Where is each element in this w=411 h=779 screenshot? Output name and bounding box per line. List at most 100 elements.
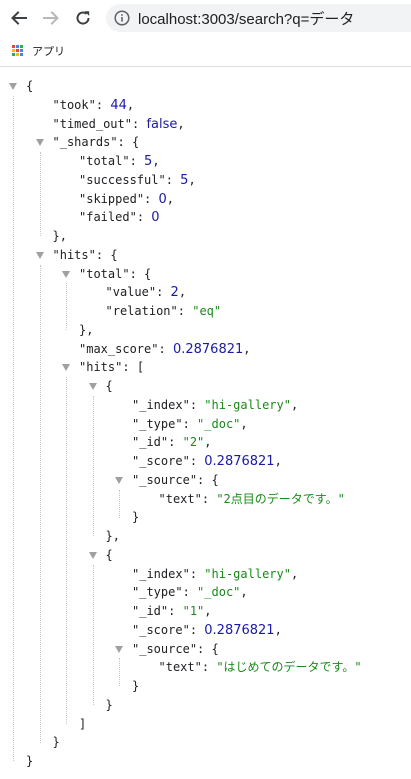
json-line: "successful": 5,	[79, 172, 196, 188]
json-line: {	[106, 546, 113, 564]
json-key: text	[165, 491, 195, 506]
forward-button[interactable]	[39, 6, 63, 30]
collapse-toggle-icon[interactable]	[62, 270, 70, 278]
json-key: relation	[112, 304, 171, 318]
json-bracket: {	[105, 379, 113, 393]
json-line: "_source": {	[132, 472, 219, 487]
json-line: "text": "はじめてのデータです。"	[158, 660, 362, 675]
json-line: "_shards": {	[52, 135, 140, 150]
json-line: },	[53, 227, 67, 245]
json-line: "_score": 0.2876821,	[132, 454, 282, 469]
indent-guide	[66, 283, 67, 331]
json-line: "total": {	[79, 266, 152, 281]
json-key: value	[112, 285, 149, 300]
json-line: "text": "2点目のデータです。"	[158, 491, 345, 506]
json-line: "total": 5,	[79, 154, 160, 169]
json-bracket: {	[211, 641, 219, 656]
indent-guide	[39, 152, 41, 237]
back-button[interactable]	[7, 6, 31, 30]
url-text[interactable]: localhost:3003/search?q=データ	[138, 8, 354, 29]
json-bracket: }	[132, 510, 140, 525]
json-bracket: {	[144, 266, 152, 281]
json-key: hits	[86, 360, 116, 375]
json-number-value: 2	[170, 285, 179, 301]
reload-button[interactable]	[71, 6, 95, 30]
collapse-toggle-icon[interactable]	[115, 476, 123, 484]
json-bracket: }	[52, 735, 60, 750]
json-bracket: ]	[79, 716, 87, 731]
collapse-toggle-icon[interactable]	[35, 139, 44, 147]
json-string-value: "_doc"	[197, 585, 241, 600]
json-key: text	[165, 660, 195, 675]
json-line: }	[132, 508, 139, 526]
reload-icon	[76, 11, 90, 25]
collapse-toggle-icon[interactable]	[88, 383, 97, 390]
json-line: "_index": "hi-gallery",	[132, 397, 299, 412]
json-key: _index	[139, 566, 183, 581]
json-line: },	[79, 321, 93, 339]
json-line: "_type": "_doc",	[132, 585, 248, 600]
json-line: {	[106, 377, 113, 395]
json-bracket: }	[105, 697, 113, 712]
json-bracket: [	[136, 360, 145, 375]
json-bracket: {	[105, 547, 113, 562]
json-string-value: "hi-gallery"	[204, 566, 291, 581]
json-line: "hits": [	[79, 360, 145, 375]
info-icon[interactable]	[114, 10, 130, 26]
collapse-toggle-icon[interactable]	[35, 251, 44, 259]
apps-grid-icon	[12, 45, 24, 57]
json-number-value: 0.2876821	[204, 622, 275, 638]
json-line: "timed_out": false,	[52, 116, 185, 132]
json-key: _source	[139, 472, 190, 487]
arrow-right-icon	[43, 11, 59, 25]
json-line: "relation": "eq"	[105, 304, 222, 318]
indent-guide	[92, 395, 94, 537]
json-key: max_score	[86, 341, 152, 356]
bookmarks-bar: アプリ	[0, 36, 411, 67]
collapse-toggle-icon[interactable]	[88, 551, 97, 559]
arrow-left-icon	[11, 11, 27, 25]
bookmark-apps[interactable]: アプリ	[12, 43, 65, 59]
json-line: }	[26, 752, 33, 770]
indent-guide	[119, 658, 120, 687]
json-string-value: "hi-gallery"	[204, 397, 291, 412]
indent-guide	[92, 564, 94, 706]
json-bracket: {	[211, 472, 219, 487]
json-line: "_type": "_doc",	[132, 416, 248, 431]
bookmark-label: アプリ	[32, 45, 65, 58]
json-line: "max_score": 0.2876821,	[79, 341, 251, 357]
json-key: _score	[139, 622, 183, 637]
json-key: _type	[139, 585, 176, 600]
collapse-toggle-icon[interactable]	[62, 364, 70, 372]
json-number-value: 0	[158, 191, 167, 207]
json-key: _source	[139, 641, 190, 656]
json-number-value: 44	[110, 97, 127, 113]
json-line: "hits": {	[52, 247, 118, 262]
json-line: "took": 44,	[52, 97, 135, 113]
json-viewer: { "took": 44, "timed_out": false, "_shards"…	[0, 67, 411, 779]
address-bar[interactable]: localhost:3003/search?q=データ	[106, 4, 411, 32]
json-key: _index	[139, 397, 183, 412]
json-line: "failed": 0	[79, 210, 160, 226]
json-line: "_id": "1",	[132, 604, 212, 618]
json-key: total	[86, 266, 123, 281]
json-key: failed	[86, 210, 130, 225]
json-bracket: },	[79, 322, 94, 337]
json-string-value: "はじめてのデータです。"	[216, 660, 362, 675]
json-key: _id	[139, 604, 161, 618]
collapse-toggle-icon[interactable]	[115, 645, 123, 653]
json-string-value: "eq"	[192, 304, 222, 318]
json-bracket: {	[132, 135, 140, 150]
json-line: "_id": "2",	[132, 435, 212, 450]
json-number-value: 0.2876821	[204, 454, 275, 469]
browser-toolbar: localhost:3003/search?q=データ	[0, 0, 411, 36]
json-key: _type	[139, 416, 176, 431]
collapse-toggle-icon[interactable]	[9, 83, 17, 90]
json-line: }	[53, 733, 60, 751]
json-key: hits	[59, 247, 89, 262]
json-key: _shards	[59, 135, 111, 150]
indent-guide	[13, 95, 14, 762]
json-line: "_index": "hi-gallery",	[132, 566, 299, 581]
json-line: "_score": 0.2876821,	[132, 622, 282, 638]
indent-guide	[66, 377, 67, 724]
